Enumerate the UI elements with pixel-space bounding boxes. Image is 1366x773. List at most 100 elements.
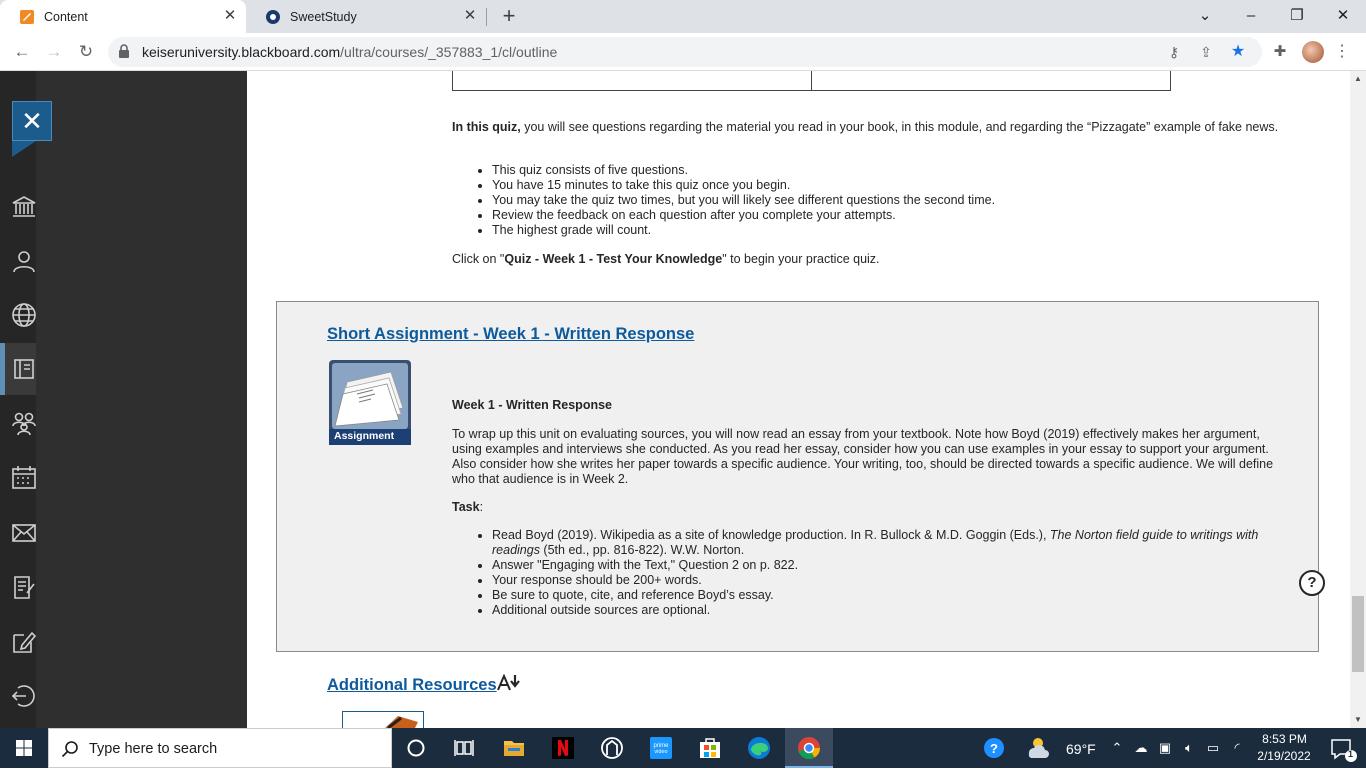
task-bullets: Read Boyd (2019). Wikipedia as a site of… (492, 528, 1292, 618)
tab-content[interactable]: Content ✕ (0, 0, 246, 33)
netflix-icon[interactable] (539, 728, 587, 768)
edge-icon[interactable] (735, 728, 783, 768)
tab-sweetstudy[interactable]: SweetStudy ✕ (246, 0, 486, 33)
search-icon (61, 740, 79, 758)
wifi-icon[interactable]: ◜ (1229, 740, 1245, 756)
globe-icon[interactable] (10, 301, 38, 329)
task-label: Task: (452, 500, 484, 514)
help-tray-icon[interactable]: ? (970, 728, 1018, 768)
microsoft-store-icon[interactable] (686, 728, 734, 768)
list-item: Read Boyd (2019). Wikipedia as a site of… (492, 528, 1292, 558)
cortana-icon[interactable] (392, 728, 440, 768)
onedrive-icon[interactable]: ☁ (1133, 740, 1149, 756)
profile-avatar[interactable] (1302, 41, 1324, 63)
messages-icon[interactable] (10, 519, 38, 547)
assignment-thumbnail[interactable]: Assignment (329, 360, 411, 445)
tools-edit-icon[interactable] (10, 628, 38, 656)
prime-video-icon[interactable]: prime video (637, 728, 685, 768)
windows-start-icon[interactable] (0, 728, 48, 768)
tab-search-chevron-icon[interactable]: ⌄ (1193, 4, 1217, 28)
profile-icon[interactable] (10, 247, 38, 275)
quiz-click-instruction: Click on "Quiz - Week 1 - Test Your Know… (452, 252, 880, 266)
forward-icon[interactable]: → (42, 40, 66, 64)
blackboard-favicon-icon (19, 9, 35, 25)
notifications-icon[interactable]: 1 (1318, 728, 1366, 768)
table-bottom (452, 71, 1171, 91)
weather-temp[interactable]: 69°F (1066, 741, 1096, 757)
tab-separator (486, 8, 487, 26)
weather-icon[interactable] (1022, 728, 1052, 768)
grades-icon[interactable] (10, 573, 38, 601)
chrome-taskbar-icon[interactable] (785, 728, 833, 768)
meet-now-icon[interactable]: ▣ (1157, 740, 1173, 756)
courses-icon[interactable] (10, 355, 38, 383)
list-item: Answer "Engaging with the Text," Questio… (492, 558, 1292, 573)
back-icon[interactable]: ← (10, 40, 34, 64)
assignment-item: Short Assignment - Week 1 - Written Resp… (276, 301, 1319, 652)
share-icon[interactable]: ⇪ (1198, 44, 1214, 60)
extensions-puzzle-icon[interactable]: ✚ (1270, 42, 1290, 62)
assignment-link[interactable]: Short Assignment - Week 1 - Written Resp… (327, 325, 694, 344)
app-icon[interactable] (588, 728, 636, 768)
bb-close-tail (12, 141, 36, 157)
close-tab-icon[interactable]: ✕ (222, 8, 238, 24)
show-hidden-icons-icon[interactable]: ⌃ (1109, 740, 1125, 756)
battery-icon[interactable]: ▭ (1205, 740, 1221, 756)
table-divider (811, 71, 812, 91)
file-explorer-icon[interactable] (490, 728, 538, 768)
list-item: Be sure to quote, cite, and reference Bo… (492, 588, 1292, 603)
scroll-down-arrow-icon[interactable]: ▼ (1350, 712, 1366, 728)
windows-taskbar: Type here to search prime video ? 69°F ⌃ … (0, 728, 1366, 768)
course-content: In this quiz, you will see questions reg… (247, 71, 1350, 728)
organizations-icon[interactable] (10, 409, 38, 437)
bb-nav-active-indicator (0, 343, 5, 395)
new-tab-icon[interactable]: + (498, 5, 520, 28)
url-text: keiseruniversity.blackboard.com/ultra/co… (142, 44, 558, 60)
quiz-intro: In this quiz, you will see questions reg… (452, 120, 1279, 134)
clock-time[interactable]: 8:53 PM (1257, 732, 1312, 746)
text-size-icon[interactable] (497, 673, 521, 692)
assignment-badge-label: Assignment (334, 430, 395, 442)
sweetstudy-favicon-icon (265, 9, 281, 25)
help-icon[interactable]: ? (1299, 570, 1325, 596)
chrome-menu-icon[interactable]: ⋮ (1334, 41, 1350, 63)
scroll-thumb[interactable] (1352, 596, 1364, 672)
quiz-bullets: This quiz consists of five questions. Yo… (492, 163, 1292, 238)
list-item: Review the feedback on each question aft… (492, 208, 1292, 223)
bookmark-star-icon[interactable]: ★ (1230, 44, 1246, 60)
list-item: The highest grade will count. (492, 223, 1292, 238)
additional-resources-link[interactable]: Additional Resources (327, 676, 497, 695)
lock-icon[interactable] (118, 44, 132, 60)
svg-text:?: ? (990, 741, 998, 756)
assignment-title: Week 1 - Written Response (452, 398, 612, 412)
svg-text:video: video (654, 749, 667, 755)
tab-title: Content (44, 9, 88, 24)
list-item: This quiz consists of five questions. (492, 163, 1292, 178)
address-bar[interactable]: keiseruniversity.blackboard.com/ultra/co… (108, 37, 1262, 67)
minimize-icon[interactable]: – (1239, 4, 1263, 28)
list-item: You may take the quiz two times, but you… (492, 193, 1292, 208)
list-item: Your response should be 200+ words. (492, 573, 1292, 588)
scroll-up-arrow-icon[interactable]: ▲ (1350, 71, 1366, 87)
close-tab-icon[interactable]: ✕ (462, 8, 478, 24)
list-item: Additional outside sources are optional. (492, 603, 1292, 618)
search-placeholder: Type here to search (89, 741, 218, 757)
window-close-icon[interactable]: ✕ (1331, 4, 1355, 28)
assignment-description: To wrap up this unit on evaluating sourc… (452, 427, 1274, 486)
taskbar-search-box[interactable]: Type here to search (48, 728, 392, 768)
list-item: You have 15 minutes to take this quiz on… (492, 178, 1292, 193)
sign-out-icon[interactable] (10, 682, 38, 710)
notification-count: 1 (1348, 749, 1354, 759)
institution-icon[interactable] (10, 193, 38, 221)
task-view-icon[interactable] (440, 728, 488, 768)
volume-icon[interactable]: 🔈︎ (1181, 740, 1197, 756)
restore-icon[interactable]: ❐ (1285, 4, 1309, 28)
reload-icon[interactable]: ↻ (74, 40, 98, 64)
additional-resources-thumbnail[interactable] (342, 711, 424, 728)
clock-date[interactable]: 2/19/2022 (1254, 749, 1314, 763)
calendar-icon[interactable] (10, 463, 38, 491)
close-course-icon[interactable]: ✕ (12, 101, 52, 141)
browser-tab-strip: Content ✕ SweetStudy ✕ + ⌄ – ❐ ✕ (0, 0, 1366, 33)
tab-title: SweetStudy (290, 9, 357, 24)
key-icon[interactable]: ⚷ (1166, 44, 1182, 60)
